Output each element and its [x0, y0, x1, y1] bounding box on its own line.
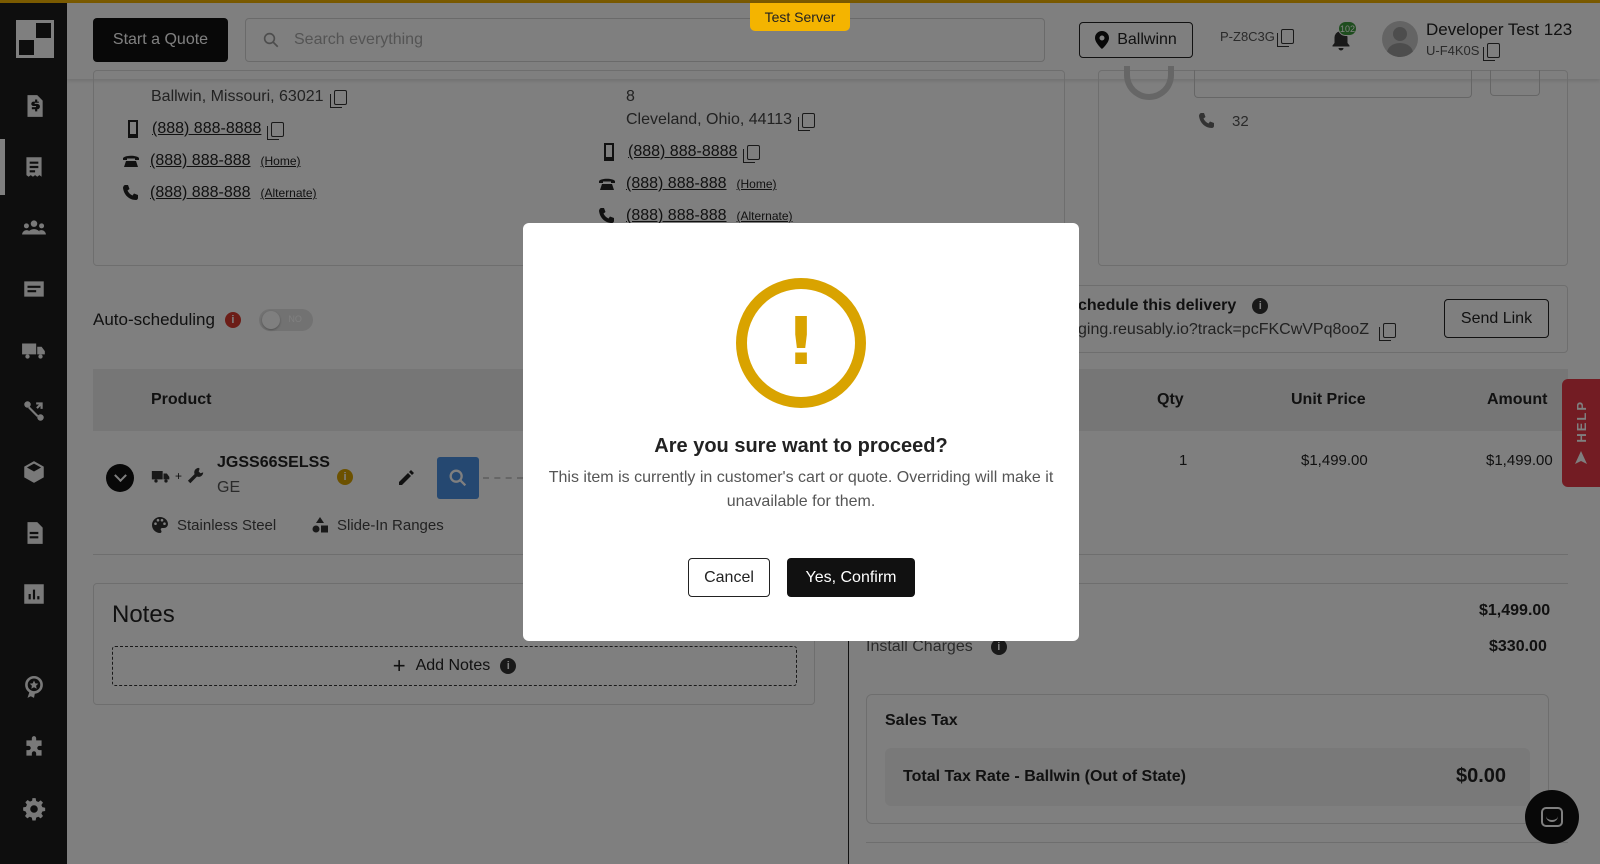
dialog-title: Are you sure want to proceed? [654, 435, 948, 457]
warning-icon: ! [736, 278, 866, 408]
confirm-button[interactable]: Yes, Confirm [787, 558, 915, 597]
test-server-badge: Test Server [750, 3, 850, 31]
confirm-dialog: ! Are you sure want to proceed? This ite… [523, 223, 1079, 641]
dialog-message: This item is currently in customer's car… [548, 469, 1054, 510]
cancel-button[interactable]: Cancel [688, 558, 770, 597]
